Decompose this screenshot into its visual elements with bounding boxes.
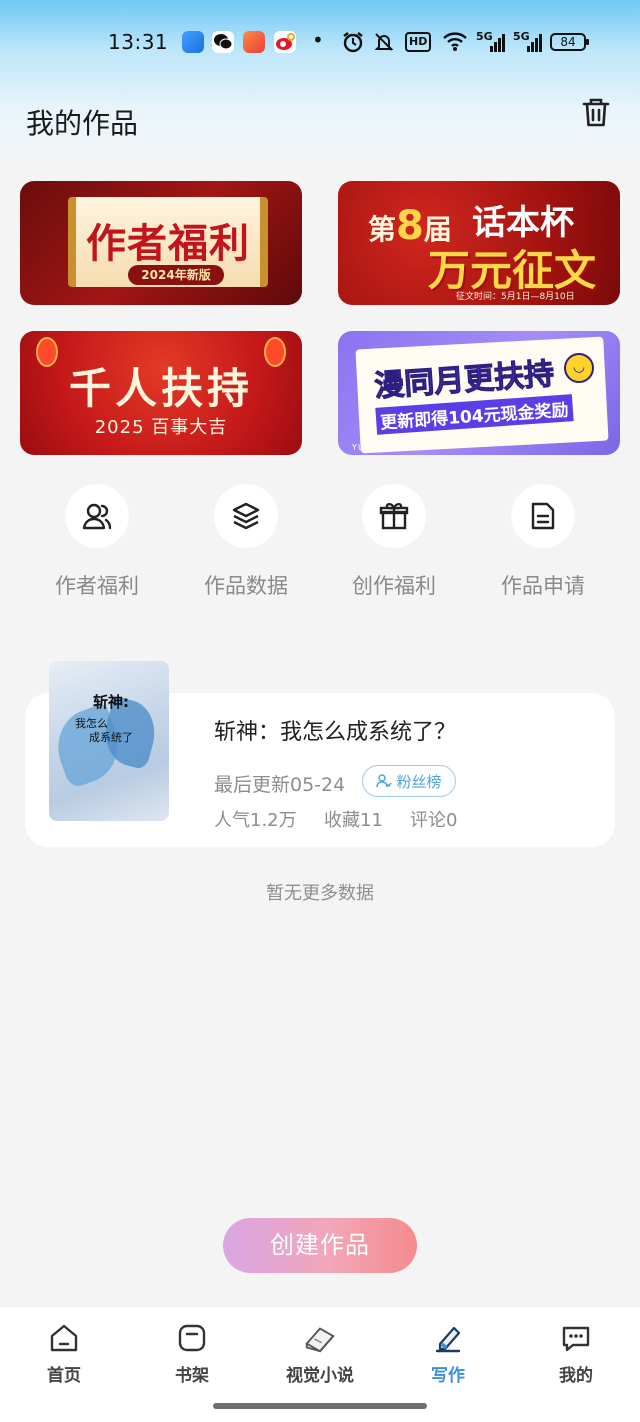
banner-scroll: 作者福利 2024年新版 <box>68 197 268 287</box>
chat-icon <box>559 1321 593 1355</box>
wechat-icon <box>212 31 234 53</box>
quick-entry-author-welfare[interactable]: 作者福利 <box>37 484 157 600</box>
nav-mine[interactable]: 我的 <box>521 1321 631 1386</box>
gift-icon <box>362 484 426 548</box>
user-icon <box>65 484 129 548</box>
write-icon <box>431 1321 465 1355</box>
banner-headline: 作者福利 <box>86 221 250 267</box>
quick-entry-label: 作品数据 <box>204 574 288 598</box>
quick-entry-work-apply[interactable]: 作品申请 <box>483 484 603 600</box>
fans-rank-button[interactable]: 粉丝榜 <box>362 765 456 797</box>
create-work-button[interactable]: 创建作品 <box>223 1218 417 1273</box>
dot-icon: • <box>312 28 324 52</box>
comments-stat: 评论0 <box>410 810 458 831</box>
mute-icon <box>373 31 395 57</box>
nav-write[interactable]: 写作 <box>393 1321 503 1386</box>
nav-home[interactable]: 首页 <box>9 1321 119 1386</box>
quick-entry-creation-welfare[interactable]: 创作福利 <box>334 484 454 600</box>
quick-entry-work-data[interactable]: 作品数据 <box>186 484 306 600</box>
nav-label: 书架 <box>175 1366 209 1386</box>
bookshelf-icon <box>175 1321 209 1355</box>
quick-entry-label: 作品申请 <box>501 574 585 598</box>
signal-icon <box>527 34 543 56</box>
nav-visual-novel[interactable]: 视觉小说 <box>265 1321 375 1386</box>
quick-entry-label: 创作福利 <box>352 574 436 598</box>
home-icon <box>47 1321 81 1355</box>
home-indicator[interactable] <box>213 1403 427 1409</box>
weibo-icon <box>274 31 296 53</box>
no-more-data-text: 暂无更多数据 <box>266 883 374 904</box>
layers-icon <box>214 484 278 548</box>
banner-footer: YUEGENGFUCH <box>352 443 425 452</box>
banner-period: 征文时间：5月1日—8月10日 <box>456 292 575 302</box>
nav-label: 首页 <box>47 1366 81 1386</box>
banner-monthly-update[interactable]: 漫同月更扶持 更新即得104元现金奖励 ◡ YUEGENGFUCH <box>338 331 620 455</box>
battery-icon: 84 <box>550 33 589 51</box>
page-title: 我的作品 <box>26 107 139 140</box>
banner-author-welfare[interactable]: 作者福利 2024年新版 <box>20 181 302 305</box>
banner-headline: 千人扶持 <box>68 364 253 413</box>
work-updated: 最后更新05-24 <box>214 774 346 796</box>
cover-title: 斩神: <box>93 693 129 711</box>
browser-app-icon <box>182 31 204 53</box>
popularity-stat: 人气1.2万 <box>214 810 297 831</box>
banner-tag: 2024年新版 <box>128 265 224 285</box>
smile-icon: ◡ <box>564 353 594 383</box>
work-title[interactable]: 斩神：我怎么成系统了？ <box>214 714 456 746</box>
banner-writing-contest[interactable]: 第8届 话本杯 万元征文 征文时间：5月1日—8月10日 <box>338 181 620 305</box>
cover-subtitle: 成系统了 <box>89 731 133 744</box>
work-cover[interactable]: 斩神: 我怎么 成系统了 <box>49 661 169 821</box>
nav-label: 视觉小说 <box>286 1366 354 1386</box>
quick-entry-label: 作者福利 <box>55 574 139 598</box>
hd-icon: HD <box>405 32 431 52</box>
signal-icon <box>490 34 506 56</box>
status-time: 13:31 <box>108 30 169 54</box>
alarm-icon <box>342 31 364 57</box>
status-bar: 13:31 • HD 5G 5G 84 <box>0 0 640 84</box>
banner-subtitle: 2025 百事大吉 <box>94 417 228 438</box>
nav-bookshelf[interactable]: 书架 <box>137 1321 247 1386</box>
banner-thousand-support[interactable]: 千人扶持 2025 百事大吉 <box>20 331 302 455</box>
nav-label: 写作 <box>431 1366 465 1386</box>
trash-icon[interactable] <box>578 94 614 130</box>
wifi-icon <box>442 30 468 56</box>
fans-rank-label: 粉丝榜 <box>396 772 442 791</box>
book-icon <box>303 1321 337 1355</box>
user-icon <box>376 774 393 788</box>
game-app-icon <box>243 31 265 53</box>
nav-label: 我的 <box>559 1366 593 1386</box>
favorites-stat: 收藏11 <box>324 810 383 831</box>
document-icon <box>511 484 575 548</box>
